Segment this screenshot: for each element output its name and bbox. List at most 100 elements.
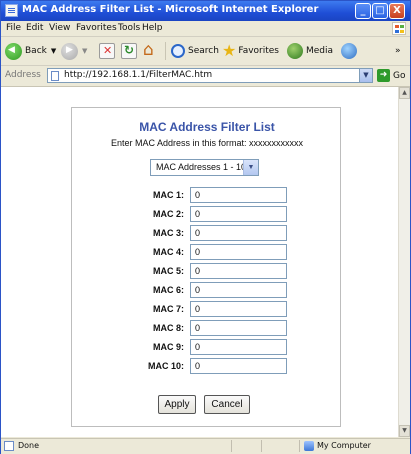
mac-input[interactable]: 0 [190,225,287,241]
chevron-down-icon: ▼ [82,47,88,55]
mac-range-value: MAC Addresses 1 - 10 [156,162,247,172]
mac-row: MAC 7: 0 [72,301,342,317]
address-input[interactable]: http://192.168.1.1/FilterMAC.htm ▼ [47,68,373,83]
menu-bar: File Edit View Favorites Tools Help [1,21,410,37]
menu-favorites[interactable]: Favorites [76,23,117,33]
mac-input[interactable]: 0 [190,263,287,279]
vertical-scrollbar[interactable]: ▲ ▼ [398,87,410,437]
mac-input[interactable]: 0 [190,206,287,222]
mac-label: MAC 4: [153,247,184,257]
menu-view[interactable]: View [49,23,70,33]
home-button[interactable] [143,40,159,61]
mac-row: MAC 4: 0 [72,244,342,260]
page-icon [51,71,59,81]
star-icon: ★ [222,41,237,60]
mac-filter-panel: MAC Address Filter List Enter MAC Addres… [71,107,341,427]
mac-label: MAC 6: [153,285,184,295]
title-bar[interactable]: MAC Address Filter List - Microsoft Inte… [1,1,410,21]
cancel-button[interactable]: Cancel [204,395,250,414]
mac-label: MAC 2: [153,209,184,219]
go-arrow-icon: ➜ [377,69,390,82]
scroll-down-icon[interactable]: ▼ [399,425,410,437]
status-bar: Done My Computer [1,438,410,454]
mac-label: MAC 10: [147,361,184,371]
refresh-icon [121,43,137,59]
menu-tools[interactable]: Tools [118,23,140,33]
mac-row: MAC 1: 0 [72,187,342,203]
status-divider [299,440,300,452]
mac-row: MAC 10: 0 [72,358,342,374]
apply-button[interactable]: Apply [158,395,196,414]
mac-row: MAC 6: 0 [72,282,342,298]
mac-label: MAC 8: [153,323,184,333]
browser-window: MAC Address Filter List - Microsoft Inte… [0,0,411,454]
toolbar-divider [165,42,166,60]
toolbar: Back ▼ ▼ Search ★ Favorites Media [1,37,410,66]
search-icon [171,44,185,58]
history-icon [341,43,357,59]
close-button[interactable]: X [389,3,405,19]
chevron-down-icon: ▼ [50,47,57,55]
media-icon [287,43,303,59]
favorites-label: Favorites [238,46,279,56]
address-label: Address [5,70,41,80]
stop-button[interactable] [99,41,115,61]
mac-row: MAC 2: 0 [72,206,342,222]
mac-input[interactable]: 0 [190,320,287,336]
minimize-button[interactable]: _ [355,3,371,19]
menu-help[interactable]: Help [142,23,163,33]
go-button[interactable]: ➜ Go [377,69,405,82]
mac-row: MAC 8: 0 [72,320,342,336]
chevron-down-icon[interactable]: ▼ [243,160,258,175]
toolbar-overflow-icon[interactable]: » [395,41,401,61]
favorites-button[interactable]: ★ Favorites [222,41,279,61]
forward-arrow-icon [61,42,78,60]
search-button[interactable]: Search [171,41,219,61]
window-title: MAC Address Filter List - Microsoft Inte… [22,4,319,15]
refresh-button[interactable] [121,41,137,61]
mac-label: MAC 1: [153,190,184,200]
mac-label: MAC 3: [153,228,184,238]
back-arrow-icon [5,42,22,60]
mac-input[interactable]: 0 [190,282,287,298]
mac-range-select[interactable]: MAC Addresses 1 - 10 ▼ [150,159,259,176]
mac-row: MAC 9: 0 [72,339,342,355]
address-bar: Address http://192.168.1.1/FilterMAC.htm… [1,66,410,87]
back-label: Back [25,46,47,56]
mac-label: MAC 9: [153,342,184,352]
windows-logo-icon [392,22,406,35]
media-button[interactable]: Media [287,41,333,61]
security-zone: My Computer [317,441,371,450]
history-button[interactable] [341,41,357,61]
forward-button[interactable]: ▼ [61,41,87,61]
mac-input[interactable]: 0 [190,244,287,260]
search-label: Search [188,46,219,56]
mac-input[interactable]: 0 [190,339,287,355]
page-title: MAC Address Filter List [139,120,275,134]
media-label: Media [306,46,334,56]
mac-row: MAC 5: 0 [72,263,342,279]
page-icon [5,4,18,17]
maximize-button[interactable]: □ [372,3,388,19]
mac-input[interactable]: 0 [190,187,287,203]
go-label: Go [393,70,406,81]
status-divider [231,440,232,452]
menu-edit[interactable]: Edit [26,23,43,33]
status-text: Done [18,441,40,450]
address-url: http://192.168.1.1/FilterMAC.htm [64,70,213,80]
mac-label: MAC 7: [153,304,184,314]
stop-icon [99,43,115,59]
format-instruction: Enter MAC Address in this format: xxxxxx… [110,138,304,148]
home-icon [143,40,159,60]
mac-row: MAC 3: 0 [72,225,342,241]
mac-input[interactable]: 0 [190,358,287,374]
scroll-up-icon[interactable]: ▲ [399,87,410,99]
page-content: MAC Address Filter List Enter MAC Addres… [1,87,398,437]
page-done-icon [4,441,14,451]
mac-label: MAC 5: [153,266,184,276]
mac-input[interactable]: 0 [190,301,287,317]
back-button[interactable]: Back ▼ [5,41,56,61]
status-divider [261,440,262,452]
menu-file[interactable]: File [6,23,21,33]
chevron-down-icon[interactable]: ▼ [359,69,372,82]
